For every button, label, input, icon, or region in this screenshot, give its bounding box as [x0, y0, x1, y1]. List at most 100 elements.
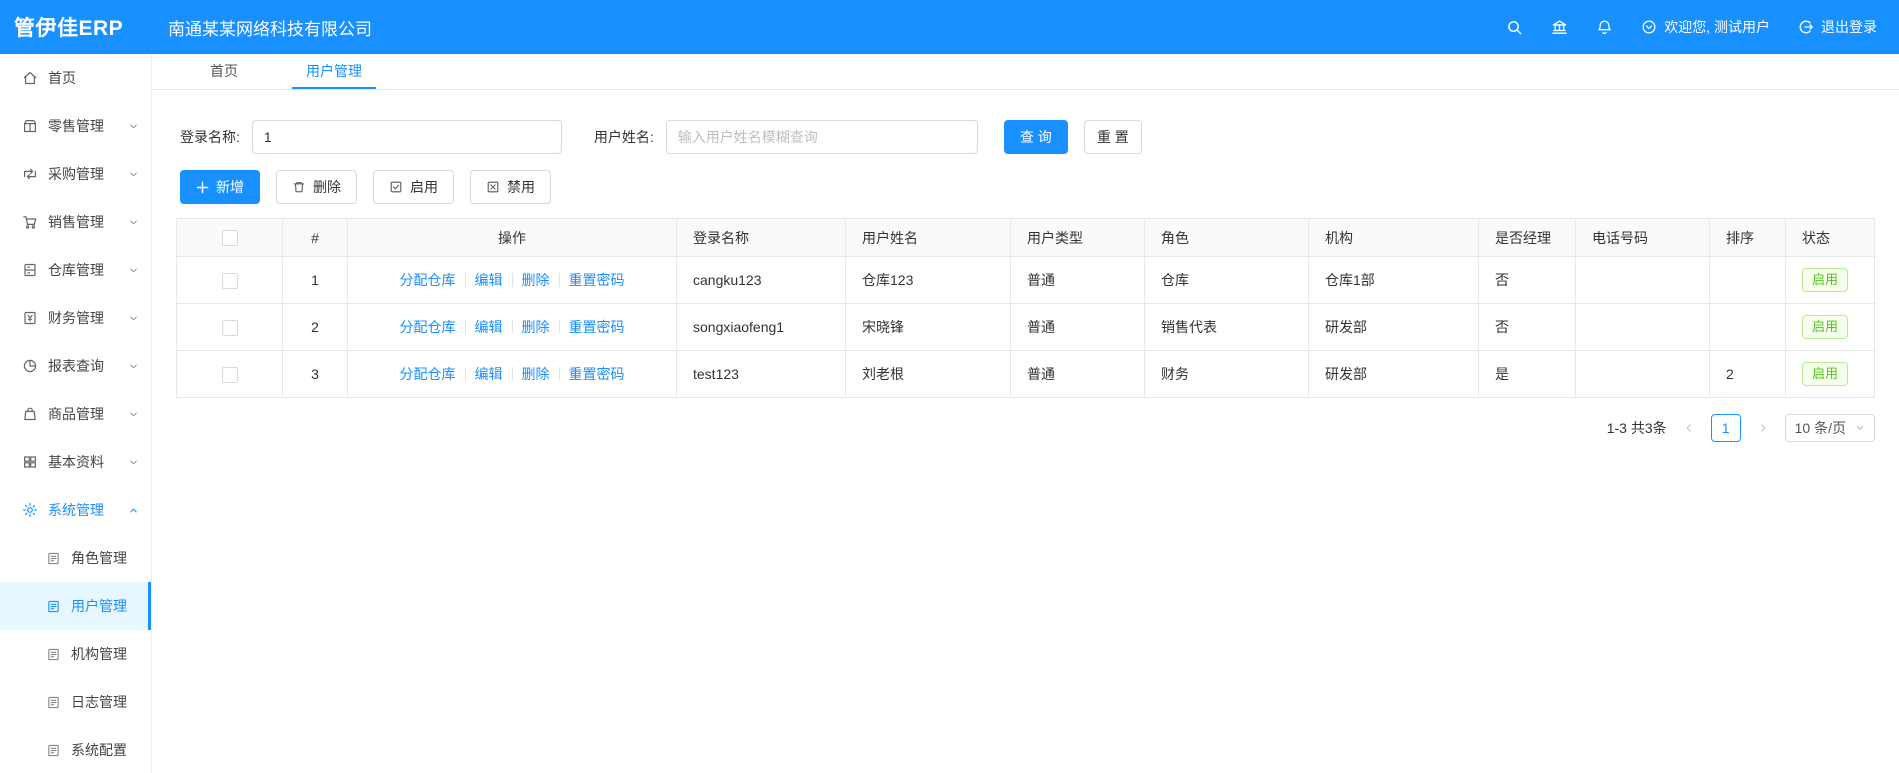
cell-user-type: 普通 — [1010, 303, 1145, 351]
cell-login-name: songxiaofeng1 — [676, 303, 846, 351]
sidebar-item-label: 用户管理 — [71, 598, 127, 614]
user-menu[interactable]: 欢迎您, 测试用户 — [1641, 17, 1770, 37]
search-icon[interactable] — [1506, 19, 1523, 36]
cell-sort — [1709, 256, 1786, 304]
row-actions: 分配仓库 编辑 删除 重置密码 — [364, 317, 660, 337]
tab-user-management[interactable]: 用户管理 — [292, 54, 376, 89]
profile-icon — [46, 743, 61, 758]
header-actions: 欢迎您, 测试用户 退出登录 — [1506, 17, 1899, 37]
chevron-up-icon — [128, 505, 139, 516]
sidebar-item-user-management[interactable]: 用户管理 — [0, 582, 151, 630]
plus-icon — [196, 181, 209, 194]
add-button[interactable]: 新增 — [180, 170, 260, 204]
cell-user-type: 普通 — [1010, 256, 1145, 304]
reset-password-link[interactable]: 重置密码 — [569, 364, 625, 384]
cell-user-name: 刘老根 — [845, 350, 1011, 398]
status-badge[interactable]: 启用 — [1802, 315, 1849, 339]
row-checkbox[interactable] — [221, 366, 238, 383]
chevron-down-icon — [128, 265, 139, 276]
next-page-button[interactable] — [1751, 414, 1775, 442]
delete-link[interactable]: 删除 — [522, 317, 550, 337]
gear-icon — [22, 502, 38, 518]
home-icon — [22, 70, 38, 86]
delete-link[interactable]: 删除 — [522, 364, 550, 384]
pagination: 1-3 共3条 1 10 条/页 — [176, 414, 1875, 442]
cell-is-manager: 是 — [1478, 350, 1576, 398]
status-badge[interactable]: 启用 — [1802, 268, 1849, 292]
row-checkbox[interactable] — [221, 272, 238, 289]
user-name-input[interactable] — [665, 120, 978, 154]
top-header: 管伊佳ERP 南通某某网络科技有限公司 欢迎您, 测试用户 退出登录 — [0, 0, 1899, 54]
tab-home[interactable]: 首页 — [196, 54, 252, 89]
delete-link[interactable]: 删除 — [522, 270, 550, 290]
col-index: # — [282, 218, 348, 257]
edit-link[interactable]: 编辑 — [475, 317, 503, 337]
sidebar-item-label: 销售管理 — [48, 214, 104, 230]
logout-icon — [1798, 19, 1814, 35]
sidebar-item-label: 商品管理 — [48, 406, 104, 422]
login-name-label: 登录名称: — [180, 129, 240, 145]
sidebar-item-log-management[interactable]: 日志管理 — [0, 678, 151, 726]
reset-password-link[interactable]: 重置密码 — [569, 317, 625, 337]
assign-warehouse-link[interactable]: 分配仓库 — [400, 364, 456, 384]
cell-user-name: 仓库123 — [845, 256, 1011, 304]
assign-warehouse-link[interactable]: 分配仓库 — [400, 317, 456, 337]
sidebar-item-label: 系统管理 — [48, 502, 104, 518]
sidebar-item-basic-data[interactable]: 基本资料 — [0, 438, 151, 486]
delete-button[interactable]: 删除 — [276, 170, 357, 204]
search-button[interactable]: 查 询 — [1003, 120, 1068, 154]
user-name-label: 用户姓名: — [593, 129, 654, 145]
toolbar: 新增 删除 启用 禁用 — [176, 170, 1875, 204]
enable-button[interactable]: 启用 — [373, 170, 454, 204]
cell-phone — [1575, 256, 1710, 304]
col-user-type: 用户类型 — [1010, 218, 1145, 257]
row-actions: 分配仓库 编辑 删除 重置密码 — [364, 270, 660, 290]
row-index: 3 — [282, 350, 348, 398]
bell-icon[interactable] — [1596, 19, 1613, 36]
edit-link[interactable]: 编辑 — [475, 364, 503, 384]
sidebar-item-label: 财务管理 — [48, 310, 104, 326]
disable-button[interactable]: 禁用 — [470, 170, 551, 204]
edit-link[interactable]: 编辑 — [475, 270, 503, 290]
sidebar-item-reports[interactable]: 报表查询 — [0, 342, 151, 390]
pie-chart-icon — [22, 358, 38, 374]
trash-icon — [292, 180, 306, 194]
grid-icon — [22, 454, 38, 470]
sidebar-item-retail[interactable]: 零售管理 — [0, 102, 151, 150]
sidebar-item-org-management[interactable]: 机构管理 — [0, 630, 151, 678]
cell-login-name: cangku123 — [676, 256, 846, 304]
swap-icon — [22, 166, 38, 182]
sidebar-item-purchase[interactable]: 采购管理 — [0, 150, 151, 198]
col-sort: 排序 — [1709, 218, 1786, 257]
bank-icon[interactable] — [1551, 19, 1568, 36]
sidebar-item-goods[interactable]: 商品管理 — [0, 390, 151, 438]
chevron-down-icon — [1855, 423, 1865, 433]
col-user-name: 用户姓名 — [845, 218, 1011, 257]
chevron-down-icon — [128, 361, 139, 372]
login-name-input[interactable] — [251, 120, 562, 154]
row-checkbox[interactable] — [221, 319, 238, 336]
logout-button[interactable]: 退出登录 — [1798, 17, 1877, 37]
reset-button[interactable]: 重 置 — [1083, 120, 1142, 154]
status-badge[interactable]: 启用 — [1802, 362, 1849, 386]
select-all-checkbox[interactable] — [221, 230, 238, 247]
sidebar: 首页 零售管理 采购管理 销售管理 仓库管理 财务管理 报表查询 商品管理 基本… — [0, 54, 152, 773]
table-row: 2 分配仓库 编辑 删除 重置密码 songxiaofeng1 宋晓锋 普通 销… — [176, 303, 1875, 351]
cell-org: 研发部 — [1308, 350, 1479, 398]
sidebar-item-finance[interactable]: 财务管理 — [0, 294, 151, 342]
sidebar-item-warehouse[interactable]: 仓库管理 — [0, 246, 151, 294]
chevron-down-icon — [128, 457, 139, 468]
sidebar-item-role-management[interactable]: 角色管理 — [0, 534, 151, 582]
assign-warehouse-link[interactable]: 分配仓库 — [400, 270, 456, 290]
sidebar-item-system-config[interactable]: 系统配置 — [0, 726, 151, 773]
sidebar-item-home[interactable]: 首页 — [0, 54, 151, 102]
page-number[interactable]: 1 — [1710, 414, 1741, 442]
row-index: 2 — [282, 303, 348, 351]
app-logo: 管伊佳ERP — [14, 17, 124, 40]
prev-page-button[interactable] — [1677, 414, 1701, 442]
sidebar-item-sales[interactable]: 销售管理 — [0, 198, 151, 246]
reset-password-link[interactable]: 重置密码 — [569, 270, 625, 290]
page-size-select[interactable]: 10 条/页 — [1784, 414, 1875, 442]
sidebar-item-system[interactable]: 系统管理 — [0, 486, 151, 534]
user-circle-icon — [1641, 19, 1657, 35]
